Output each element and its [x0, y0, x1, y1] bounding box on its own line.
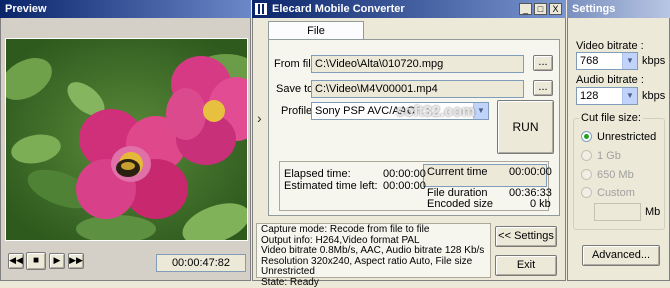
audio-bitrate-select[interactable]: 128 ▼	[576, 87, 638, 105]
radio-unrestricted[interactable]	[581, 131, 592, 142]
watermark: soft32.com	[396, 103, 475, 120]
stop-button[interactable]: ■	[26, 252, 46, 270]
video-bitrate-select[interactable]: 768 ▼	[576, 52, 638, 70]
status-line: Video bitrate 0.8Mb/s, AAC, Audio bitrat…	[261, 246, 486, 257]
preview-titlebar: Preview	[0, 0, 251, 18]
converter-title: Elecard Mobile Converter	[272, 3, 405, 15]
tab-file[interactable]: File	[268, 21, 364, 40]
chevron-down-icon[interactable]: ▼	[622, 53, 637, 69]
option-custom[interactable]: Custom	[597, 187, 635, 199]
settings-title: Settings	[572, 3, 615, 15]
elapsed-label: Elapsed time:	[284, 168, 351, 180]
settings-toggle-button[interactable]: << Settings	[495, 226, 557, 247]
custom-size-unit: Mb	[645, 206, 660, 218]
video-bitrate-unit: kbps	[642, 55, 665, 67]
from-file-field[interactable]: C:\Video\Alta\010720.mpg	[311, 55, 524, 73]
audio-bitrate-unit: kbps	[642, 90, 665, 102]
time-left-label: Estimated time left:	[284, 180, 378, 192]
radio-1gb[interactable]	[581, 150, 592, 161]
run-button[interactable]: RUN	[497, 100, 554, 154]
exit-button[interactable]: Exit	[495, 255, 557, 276]
save-to-browse-button[interactable]: ...	[533, 80, 553, 96]
rewind-button[interactable]: ◀◀	[8, 253, 24, 269]
tab-file-label: File	[307, 25, 325, 37]
advanced-button[interactable]: Advanced...	[582, 245, 660, 266]
status-line: Capture mode: Recode from file to file	[261, 225, 486, 236]
cut-size-label: Cut file size:	[579, 112, 643, 124]
option-unrestricted[interactable]: Unrestricted	[597, 131, 656, 143]
current-time-label: Current time	[427, 166, 488, 178]
encoded-value: 0 kb	[530, 198, 551, 210]
radio-650mb[interactable]	[581, 169, 592, 180]
elapsed-value: 00:00:00	[383, 168, 426, 180]
video-bitrate-label: Video bitrate :	[576, 40, 644, 52]
minimize-button[interactable]: _	[519, 3, 532, 15]
forward-button[interactable]: ▶▶	[68, 253, 84, 269]
custom-size-field[interactable]	[594, 203, 641, 221]
radio-custom[interactable]	[581, 187, 592, 198]
expand-arrow-icon[interactable]: ›	[257, 110, 262, 126]
audio-bitrate-value: 128	[580, 90, 598, 102]
status-area: Capture mode: Recode from file to file O…	[256, 223, 491, 278]
status-line: State: Ready	[261, 278, 486, 288]
preview-title: Preview	[5, 3, 47, 15]
maximize-button[interactable]: □	[534, 3, 547, 15]
close-button[interactable]: X	[549, 3, 562, 15]
chevron-down-icon[interactable]: ▼	[622, 88, 637, 104]
option-1gb[interactable]: 1 Gb	[597, 150, 621, 162]
app-icon	[255, 3, 267, 15]
settings-titlebar: Settings	[567, 0, 670, 18]
play-button[interactable]: ▶	[49, 253, 65, 269]
video-frame	[5, 38, 248, 241]
status-line: Resolution 320x240, Aspect ratio Auto, F…	[261, 257, 486, 278]
audio-bitrate-label: Audio bitrate :	[576, 74, 644, 86]
time-display: 00:00:47:82	[156, 254, 246, 272]
video-bitrate-value: 768	[580, 55, 598, 67]
option-650mb[interactable]: 650 Mb	[597, 169, 634, 181]
encoded-label: Encoded size	[427, 198, 493, 210]
chevron-down-icon[interactable]: ▼	[473, 103, 488, 119]
save-to-field[interactable]: C:\Video\M4V00001.mp4	[311, 80, 524, 98]
from-file-browse-button[interactable]: ...	[533, 55, 553, 71]
video-image	[6, 39, 248, 241]
current-time-value: 00:00:00	[509, 166, 552, 178]
time-left-value: 00:00:00	[383, 180, 426, 192]
